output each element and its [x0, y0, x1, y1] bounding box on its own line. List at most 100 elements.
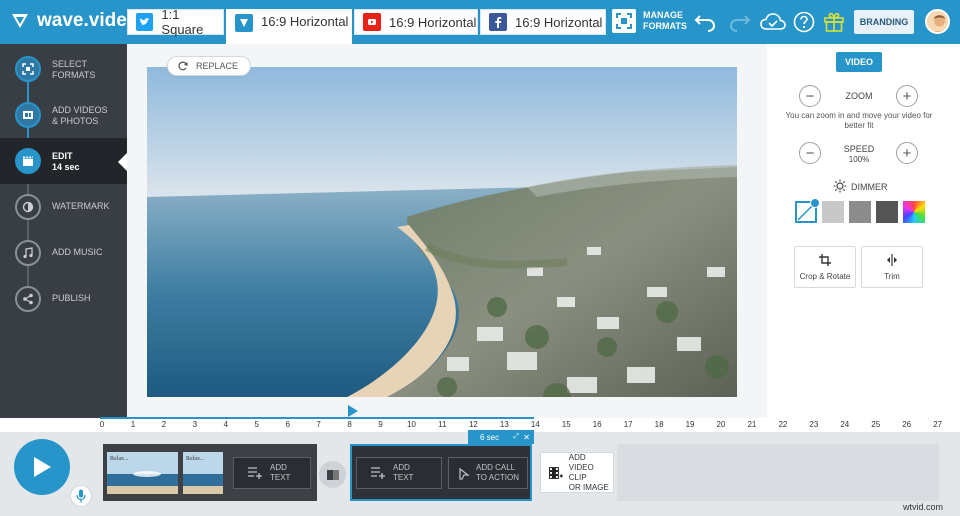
ruler-tick-label: 14 — [530, 420, 540, 429]
clip-thumbnail[interactable]: Relax... — [107, 452, 178, 494]
video-tab[interactable]: VIDEO — [836, 52, 882, 72]
crop-rotate-button[interactable]: Crop & Rotate — [794, 246, 856, 288]
cta-line1: ADD CALL — [476, 463, 516, 472]
app-logo[interactable]: wave.video — [10, 10, 138, 32]
step-label: PUBLISH — [52, 293, 91, 303]
ruler-tick-label: 26 — [902, 420, 912, 429]
media-icon — [15, 102, 41, 128]
coastline-video-frame — [147, 67, 737, 397]
thumbnail-caption: Relax... — [186, 456, 205, 462]
steps-sidebar: SELECT FORMATS ADD VIDEOS & PHOTOS EDIT 14 … — [0, 44, 127, 418]
zoom-label: ZOOM — [845, 91, 873, 101]
speed-down-button[interactable]: − — [799, 142, 821, 164]
clip-duration-tag[interactable]: 6 sec ⤢ ✕ — [468, 430, 534, 444]
dimmer-dark-gray-swatch[interactable] — [876, 201, 898, 223]
youtube-icon — [363, 13, 381, 31]
manage-formats-button[interactable]: MANAGE FORMATS — [612, 9, 687, 33]
undo-icon[interactable] — [694, 11, 716, 33]
ruler-tick-label: 21 — [747, 420, 757, 429]
manage-formats-line1: MANAGE — [643, 10, 683, 20]
cursor-click-icon — [459, 467, 470, 480]
step-edit[interactable]: EDIT 14 sec — [0, 138, 127, 184]
clip1-add-text-button[interactable]: ADD TEXT — [233, 457, 311, 489]
clip-thumbnail[interactable]: Relax... — [183, 452, 223, 494]
user-avatar[interactable] — [925, 9, 950, 34]
step-add-music[interactable]: ADD MUSIC — [0, 230, 127, 276]
help-icon[interactable] — [793, 11, 815, 33]
format-tab-facebook-horizontal[interactable]: 16:9 Horizontal — [480, 9, 606, 35]
format-tab-twitter-square[interactable]: 1:1 Square — [127, 7, 224, 37]
zoom-hint: You can zoom in and move your video for … — [785, 111, 933, 130]
gift-icon[interactable] — [823, 11, 845, 33]
close-icon[interactable]: ✕ — [523, 433, 530, 442]
selected-check-icon — [810, 198, 820, 208]
cloud-save-icon[interactable] — [760, 11, 786, 33]
branding-button[interactable]: BRANDING — [854, 10, 914, 34]
format-tab-label: 16:9 Horizontal — [515, 14, 603, 30]
play-icon — [34, 457, 51, 477]
ruler-tick-label: 7 — [316, 420, 321, 429]
empty-track-area[interactable] — [617, 444, 939, 501]
plus-icon: + — [902, 87, 912, 105]
voiceover-button[interactable] — [70, 485, 92, 507]
ruler-tick-label: 25 — [871, 420, 881, 429]
clapper-icon — [15, 148, 41, 174]
ruler-tick-label: 9 — [378, 420, 383, 429]
step-publish[interactable]: PUBLISH — [0, 276, 127, 322]
dimmer-custom-color-swatch[interactable] — [903, 201, 925, 223]
format-tab-label: 16:9 Horizontal — [389, 14, 477, 30]
unlink-icon[interactable]: ⤢ — [513, 433, 519, 441]
manage-formats-line2: FORMATS — [643, 21, 687, 31]
twitter-icon — [136, 13, 154, 31]
playhead-marker[interactable] — [348, 405, 358, 417]
music-icon — [15, 240, 41, 266]
sun-icon — [833, 179, 847, 198]
speed-label: SPEED — [843, 144, 875, 154]
add-text-line2: TEXT — [270, 473, 291, 482]
step-sublabel: & PHOTOS — [52, 116, 99, 126]
play-button[interactable] — [14, 439, 70, 495]
step-select-formats[interactable]: SELECT FORMATS — [0, 46, 127, 92]
ruler-tick-label: 1 — [130, 420, 136, 429]
dimmer-gray-swatch[interactable] — [849, 201, 871, 223]
ruler-tick-label: 8 — [347, 420, 352, 429]
ruler-tick-label: 12 — [468, 420, 478, 429]
add-call-to-action-button[interactable]: ADD CALL TO ACTION — [448, 457, 528, 489]
replace-button[interactable]: REPLACE — [167, 56, 252, 76]
format-tab-youtube-horizontal[interactable]: 16:9 Horizontal — [354, 9, 478, 35]
zoom-out-button[interactable]: − — [799, 85, 821, 107]
ruler-tick-label: 3 — [192, 420, 198, 429]
trim-button[interactable]: Trim — [861, 246, 923, 288]
transition-icon — [326, 469, 339, 480]
video-preview[interactable] — [147, 67, 737, 397]
add-video-clip-button[interactable]: ADD VIDEO CLIP OR IMAGE — [540, 452, 614, 493]
refresh-icon — [178, 61, 188, 71]
dimmer-none-swatch[interactable] — [795, 198, 820, 223]
transition-button[interactable] — [319, 461, 346, 488]
speed-up-button[interactable]: + — [896, 142, 918, 164]
cta-line2: TO ACTION — [476, 473, 519, 482]
redo-icon[interactable] — [729, 11, 751, 33]
format-tab-label: 16:9 Horizontal — [261, 14, 349, 29]
ruler-tick-label: 17 — [623, 420, 633, 429]
ruler-tick-label: 20 — [716, 420, 726, 429]
step-label: ADD MUSIC — [52, 247, 103, 257]
step-watermark[interactable]: WATERMARK — [0, 184, 127, 230]
minus-icon: − — [805, 87, 815, 105]
ruler-tick-label: 18 — [654, 420, 664, 429]
step-label: EDIT — [52, 151, 73, 161]
minus-icon: − — [805, 144, 815, 162]
dimmer-light-gray-swatch[interactable] — [822, 201, 844, 223]
ruler-tick-label: 23 — [809, 420, 819, 429]
add-text-line2: TEXT — [393, 473, 414, 482]
zoom-in-button[interactable]: + — [896, 85, 918, 107]
step-add-videos[interactable]: ADD VIDEOS & PHOTOS — [0, 92, 127, 138]
add-text-icon — [248, 467, 262, 479]
format-tab-wave-horizontal[interactable]: 16:9 Horizontal — [226, 9, 352, 45]
step-label: SELECT — [52, 59, 88, 69]
film-add-icon — [549, 466, 563, 479]
clip2-add-text-button[interactable]: ADD TEXT — [356, 457, 442, 489]
step-label: WATERMARK — [52, 201, 110, 211]
selected-range-bar — [100, 417, 534, 419]
dimmer-label: DIMMER — [851, 182, 888, 192]
